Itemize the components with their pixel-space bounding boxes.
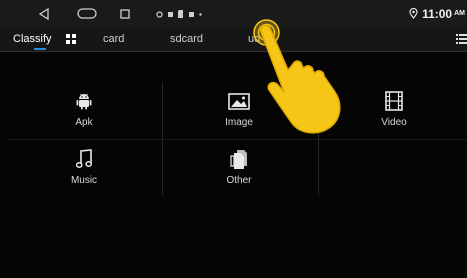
status-clock-area: 11:00 AM [409,6,465,21]
selected-tab-indicator [34,48,46,50]
tab-sdcard[interactable]: sdcard [170,33,203,45]
location-pin-icon [409,8,418,19]
recents-icon[interactable] [118,6,132,21]
system-status-bar: 11:00 AM [0,0,467,27]
status-clock: 11:00 [422,6,453,21]
tab-divider [0,51,467,52]
notification-square-icon [168,11,173,17]
category-other[interactable]: Other [163,140,315,195]
file-manager-screen: 11:00 AM Classify card sdcard ud Apk Ima… [0,0,467,278]
category-label: Apk [75,117,93,128]
film-icon [382,89,406,113]
notification-square-icon [189,11,194,17]
notification-more-dot-icon [199,12,202,16]
pointing-hand-icon [259,24,341,134]
notification-sd-icon [178,10,183,18]
category-label: Music [70,175,98,186]
android-icon [72,89,96,113]
music-note-icon [72,147,96,171]
notification-icons [156,9,202,19]
status-clock-ampm: AM [454,10,465,17]
tab-classify[interactable]: Classify [13,33,52,45]
image-icon [227,89,251,113]
document-icon [227,147,251,171]
category-music[interactable]: Music [8,140,160,195]
category-label: Video [381,117,407,128]
category-label: Image [225,117,253,128]
menu-icon[interactable] [456,34,467,44]
home-icon[interactable] [76,6,98,21]
grid-view-icon[interactable] [66,34,76,44]
tab-card[interactable]: card [103,33,124,45]
back-icon[interactable] [37,6,51,21]
category-apk[interactable]: Apk [8,82,160,137]
notification-circle-icon [156,10,163,18]
category-label: Other [226,175,252,186]
